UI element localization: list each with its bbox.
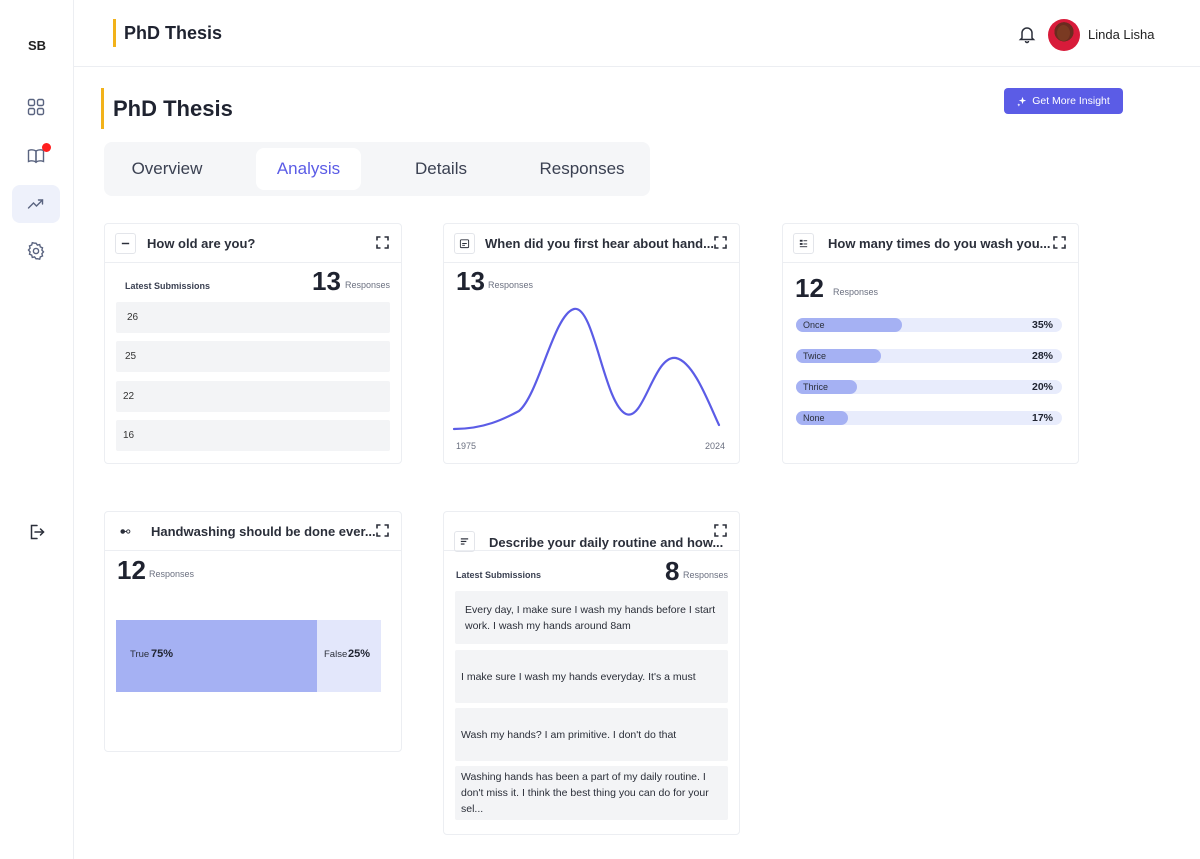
logout-icon <box>30 524 45 540</box>
x-axis-end: 2024 <box>705 441 726 451</box>
gear-icon <box>27 241 45 261</box>
responses-label: Responses <box>345 280 391 290</box>
logout-button[interactable] <box>12 513 60 551</box>
user-name[interactable]: Linda Lisha <box>1088 27 1155 42</box>
bell-icon[interactable] <box>1017 24 1037 44</box>
option-label: None <box>803 413 825 423</box>
tab-bar: Overview Analysis Details Responses <box>104 142 650 196</box>
option-label: Once <box>803 320 825 330</box>
question-card-routine: Describe your daily routine and how... L… <box>443 511 740 835</box>
grid-icon <box>27 98 45 116</box>
option-percent: 20% <box>1031 381 1053 393</box>
tab-analysis[interactable]: Analysis <box>256 148 361 190</box>
option-bar: Once 35% <box>796 318 1062 332</box>
true-percent: 75% <box>151 648 174 660</box>
x-axis-start: 1975 <box>456 441 477 451</box>
submission-row: Wash my hands? I am primitive. I don't d… <box>455 708 728 761</box>
card-header: Handwashing should be done ever... <box>105 512 401 551</box>
option-bar: Twice 28% <box>796 349 1062 363</box>
submission-row: 25 <box>116 341 390 372</box>
expand-icon[interactable] <box>376 524 389 537</box>
option-percent: 35% <box>1031 319 1053 331</box>
get-more-insight-button[interactable]: Get More Insight <box>1004 88 1123 114</box>
expand-icon[interactable] <box>714 524 727 537</box>
date-icon <box>454 233 475 254</box>
responses-label: Responses <box>149 569 195 579</box>
avatar[interactable] <box>1048 19 1080 51</box>
header-title: PhD Thesis <box>113 19 222 47</box>
question-title: How old are you? <box>147 236 256 251</box>
submission-row: 22 <box>116 381 390 412</box>
tab-details[interactable]: Details <box>391 148 491 190</box>
question-title: Handwashing should be done ever... <box>151 524 376 539</box>
card-header: When did you first hear about hand... <box>444 224 739 263</box>
latest-submissions-label: Latest Submissions <box>456 570 542 580</box>
submission-row: 16 <box>116 420 390 451</box>
submission-row: Every day, I make sure I wash my hands b… <box>455 591 728 644</box>
app-logo: SB <box>27 38 47 53</box>
question-title: How many times do you wash you... <box>828 236 1051 251</box>
question-card-first-hear: When did you first hear about hand... 13… <box>443 223 740 464</box>
notification-badge <box>42 143 51 152</box>
submission-row: I make sure I wash my hands everyday. It… <box>455 650 728 703</box>
responses-label: Responses <box>488 280 534 290</box>
sidebar-item-library[interactable] <box>12 137 60 175</box>
latest-submissions-label: Latest Submissions <box>125 281 211 291</box>
response-count: 13 <box>312 266 341 296</box>
option-label: Thrice <box>803 382 829 392</box>
sidebar-item-dashboard[interactable] <box>12 88 60 126</box>
sidebar: SB <box>0 0 74 859</box>
expand-icon[interactable] <box>714 236 727 249</box>
question-title: When did you first hear about hand... <box>485 236 714 251</box>
response-count: 13 <box>456 266 485 296</box>
question-card-times-wash: How many times do you wash you... 12 Res… <box>782 223 1079 464</box>
response-count: 12 <box>795 273 824 303</box>
get-more-insight-label: Get More Insight <box>1032 95 1110 107</box>
series-line <box>452 307 721 431</box>
responses-label: Responses <box>683 570 729 580</box>
trend-icon <box>27 199 44 209</box>
sidebar-item-analytics[interactable] <box>12 185 60 223</box>
top-bar: PhD Thesis Linda Lisha <box>74 0 1200 67</box>
card-header: How many times do you wash you... <box>783 224 1078 263</box>
multiple-choice-icon <box>793 233 814 254</box>
false-percent: 25% <box>348 648 371 660</box>
option-percent: 28% <box>1031 350 1053 362</box>
question-card-everyday: Handwashing should be done ever... 12 Re… <box>104 511 402 752</box>
page-title: PhD Thesis <box>101 88 233 129</box>
option-bar: None 17% <box>796 411 1062 425</box>
expand-icon[interactable] <box>376 236 389 249</box>
short-text-icon <box>115 233 136 254</box>
false-bar: False 25% <box>317 620 381 692</box>
option-percent: 17% <box>1031 412 1053 424</box>
responses-label: Responses <box>833 287 879 297</box>
question-title: Describe your daily routine and how... <box>489 535 724 550</box>
trend-line-chart <box>452 307 721 431</box>
false-label: False <box>324 649 348 660</box>
option-bar: Thrice 20% <box>796 380 1062 394</box>
sparkle-icon <box>1017 96 1027 106</box>
submission-row: Washing hands has been a part of my dail… <box>455 766 728 820</box>
long-text-icon <box>454 531 475 552</box>
tab-overview[interactable]: Overview <box>114 148 220 190</box>
toggle-icon <box>115 521 136 542</box>
response-count: 12 <box>117 555 146 585</box>
question-card-age: How old are you? Latest Submissions 13 R… <box>104 223 402 464</box>
submission-row: 26 <box>116 302 390 333</box>
card-header: Describe your daily routine and how... <box>444 512 739 552</box>
response-count: 8 <box>665 556 680 586</box>
true-bar: True 75% <box>116 620 317 692</box>
expand-icon[interactable] <box>1053 236 1066 249</box>
option-label: Twice <box>803 351 827 361</box>
sidebar-item-settings[interactable] <box>12 232 60 270</box>
card-header: How old are you? <box>105 224 401 263</box>
true-label: True <box>130 649 150 660</box>
tab-responses[interactable]: Responses <box>522 148 642 190</box>
